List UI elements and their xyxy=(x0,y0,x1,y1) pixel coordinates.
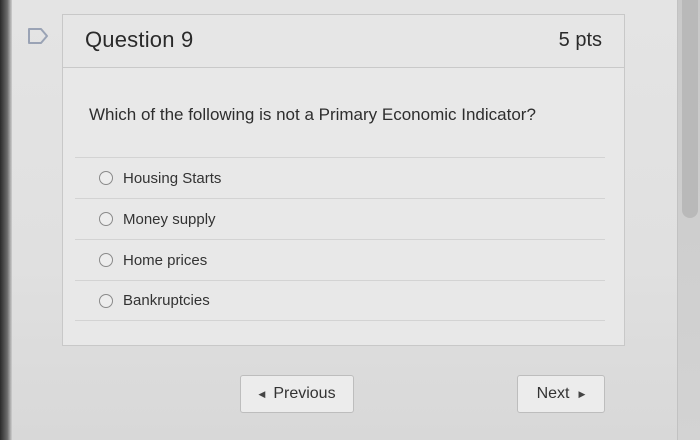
scrollbar[interactable] xyxy=(677,0,700,440)
radio-button[interactable] xyxy=(99,293,113,308)
radio-button[interactable] xyxy=(99,171,113,185)
answer-label: Home prices xyxy=(123,251,208,269)
answer-option[interactable]: Money supply xyxy=(75,198,605,239)
answer-label: Housing Starts xyxy=(123,169,222,187)
answer-option[interactable]: Home prices xyxy=(75,239,605,280)
question-text: Which of the following is not a Primary … xyxy=(89,105,536,124)
radio-button[interactable] xyxy=(99,212,113,226)
flag-icon[interactable] xyxy=(27,27,49,45)
answer-label: Money supply xyxy=(123,210,216,228)
triangle-right-icon: ▶ xyxy=(578,388,586,399)
question-header: Question 9 5 pts xyxy=(63,15,624,68)
answer-list: Housing Starts Money supply Home prices … xyxy=(75,157,605,321)
question-card: Question 9 5 pts Which of the following … xyxy=(62,14,625,346)
question-title: Question 9 xyxy=(85,27,194,52)
previous-button[interactable]: ◀ Previous xyxy=(240,375,354,413)
previous-label: Previous xyxy=(273,385,336,402)
answer-label: Bankruptcies xyxy=(123,292,210,309)
next-button[interactable]: Next ▶ xyxy=(517,375,605,413)
screen-left-edge xyxy=(0,0,12,440)
scrollbar-thumb[interactable] xyxy=(682,0,698,218)
next-label: Next xyxy=(536,385,570,402)
question-points: 5 pts xyxy=(558,29,602,51)
answer-option[interactable]: Housing Starts xyxy=(75,157,605,198)
answer-option[interactable]: Bankruptcies xyxy=(75,280,605,321)
quiz-screen: Question 9 5 pts Which of the following … xyxy=(0,0,700,440)
triangle-left-icon: ◀ xyxy=(258,388,266,399)
radio-button[interactable] xyxy=(99,253,113,267)
